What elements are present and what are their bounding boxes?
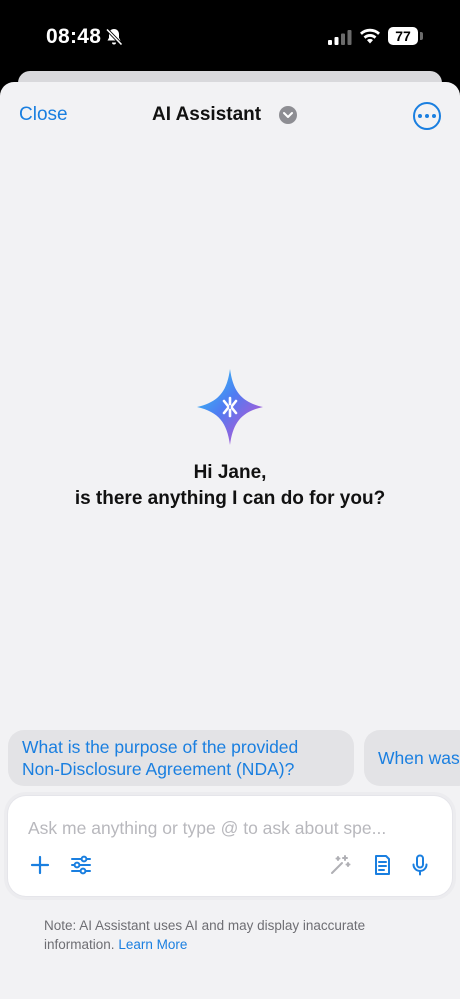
chevron-down-icon[interactable] bbox=[279, 106, 297, 124]
suggestion-line-2: Non-Disclosure Agreement (NDA)? bbox=[22, 759, 295, 779]
status-bar: 08:48 77 bbox=[0, 0, 460, 72]
cellular-signal-icon bbox=[328, 30, 352, 45]
greeting-line-2: is there anything I can do for you? bbox=[74, 488, 386, 509]
disclaimer-note: Note: AI Assistant uses AI and may displ… bbox=[44, 916, 424, 954]
document-icon[interactable] bbox=[370, 853, 394, 877]
assistant-sheet: Close AI Assistant Hi Jane, is there any… bbox=[0, 82, 460, 999]
sliders-icon[interactable] bbox=[69, 853, 93, 877]
greeting-line-1: Hi Jane, bbox=[193, 462, 267, 483]
microphone-icon[interactable] bbox=[408, 853, 432, 877]
plus-icon[interactable] bbox=[28, 853, 52, 877]
prompt-input[interactable]: Ask me anything or type @ to ask about s… bbox=[28, 818, 432, 839]
status-time: 08:48 bbox=[46, 25, 102, 48]
close-button[interactable]: Close bbox=[19, 104, 68, 126]
greeting-text: Hi Jane, is there anything I can do for … bbox=[0, 460, 460, 512]
wifi-icon bbox=[360, 28, 380, 44]
suggestion-line-1: What is the purpose of the provided bbox=[22, 737, 299, 757]
learn-more-link[interactable]: Learn More bbox=[118, 937, 187, 952]
more-icon[interactable] bbox=[413, 102, 441, 130]
sparkle-logo-icon bbox=[197, 369, 263, 445]
disclaimer-text: Note: AI Assistant uses AI and may displ… bbox=[44, 918, 366, 952]
composer: Ask me anything or type @ to ask about s… bbox=[8, 796, 452, 896]
magic-wand-icon[interactable] bbox=[328, 853, 352, 877]
suggestion-chip[interactable]: When was bbox=[364, 730, 460, 786]
battery-cap bbox=[420, 32, 423, 40]
page-title[interactable]: AI Assistant bbox=[152, 104, 261, 126]
suggestion-line-1: When was bbox=[378, 748, 460, 768]
suggestion-chip[interactable]: What is the purpose of the provided Non-… bbox=[8, 730, 354, 786]
bell-slash-icon bbox=[105, 28, 123, 46]
battery-icon: 77 bbox=[388, 27, 418, 45]
